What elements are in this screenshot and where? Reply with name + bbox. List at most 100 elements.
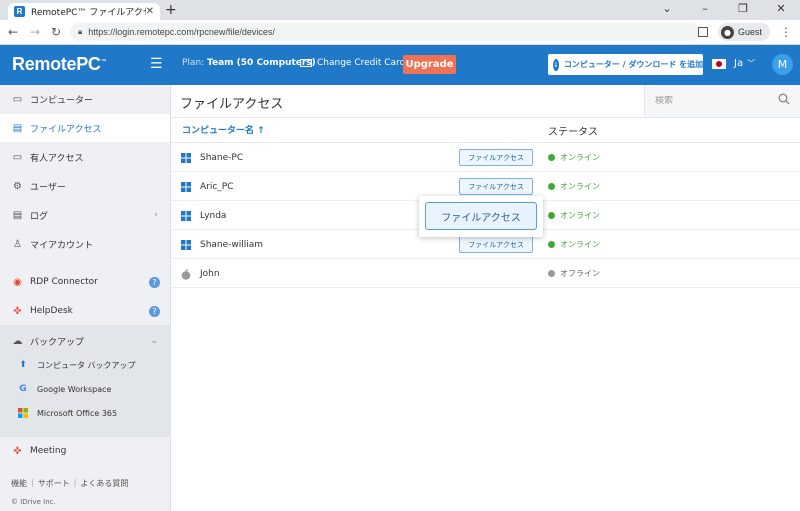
chevron-down-icon[interactable]: ⌄ [648,0,686,20]
remotepc-logo[interactable]: RemotePC™ [12,54,107,75]
status-dot-icon [548,270,555,277]
status-badge: オンライン [548,210,600,221]
footer-link-support[interactable]: サポート [38,478,70,489]
table-row[interactable]: Shane-PC ファイルアクセス オンライン [171,143,800,172]
help-icon[interactable]: ? [149,276,160,288]
upgrade-button[interactable]: Upgrade [403,55,456,74]
remotepc-favicon-icon: R [14,6,25,17]
account-icon: ♙ [13,238,22,250]
sidebar-item-rdp-connector[interactable]: ◉ RDP Connector ? [0,268,170,296]
sidebar-item-my-account[interactable]: ♙ マイアカウント [0,230,170,258]
url-text: https://login.remotepc.com/rpcnew/file/d… [88,27,275,37]
file-drive-icon: ▤ [12,122,23,134]
reload-icon[interactable]: ↻ [51,25,61,39]
minimize-icon[interactable]: – [686,0,724,20]
status-dot-icon [548,212,555,219]
browser-menu-icon[interactable]: ⋮ [780,25,792,39]
cloud-backup-icon: ☁ [12,335,23,347]
status-text: オンライン [560,182,600,191]
computer-name: Lynda [200,211,227,221]
browser-tab-bar: R RemotePC™ ファイルアクセス ✕ + ⌄ – ❐ ✕ [0,0,800,20]
sidebar-subitem-computer-backup[interactable]: ⬆ コンピュータ バックアップ [0,353,170,377]
new-tab-icon[interactable]: + [165,2,177,18]
status-dot-icon [548,183,555,190]
status-badge: オンライン [548,239,600,250]
footer-link-features[interactable]: 機能 [11,478,27,489]
helpdesk-icon: ✜ [13,305,22,317]
status-text: オフライン [560,269,600,278]
attended-access-icon: ▭ [12,151,23,163]
status-text: オンライン [560,240,600,249]
search-input[interactable] [655,96,775,106]
log-icon: ▤ [12,209,23,221]
url-field[interactable]: 🔒︎ https://login.remotepc.com/rpcnew/fil… [70,23,700,41]
status-badge: オフライン [548,268,600,279]
computer-backup-icon: ⬆ [19,360,27,370]
table-row[interactable]: John オフライン [171,259,800,288]
sidebar-item-helpdesk[interactable]: ✜ HelpDesk ? [0,297,170,325]
chevron-down-icon: ﹀ [747,59,756,68]
sidebar-subitem-office365[interactable]: Microsoft Office 365 [0,401,170,425]
status-dot-icon [548,241,555,248]
close-window-icon[interactable]: ✕ [762,0,800,20]
hamburger-menu-icon[interactable]: ☰ [150,56,163,72]
page-title: ファイルアクセス [180,97,284,112]
sidebar-item-attended-access[interactable]: ▭ 有人アクセス [0,143,170,171]
footer-link-faq[interactable]: よくある質問 [80,478,128,489]
column-header-computer-name[interactable]: コンピューター名 ↑ [182,123,265,136]
side-panel-icon[interactable] [697,27,708,37]
user-settings-icon: ⚙ [13,180,22,192]
credit-card-icon [300,59,312,67]
search-icon[interactable] [778,93,790,105]
backup-section: ☁ バックアップ ⌄ ⬆ コンピュータ バックアップ G Google Work… [0,325,170,437]
sidebar: ▭ コンピューター ▤ ファイルアクセス ▭ 有人アクセス ⚙ ユーザー ▤ ロ… [0,85,171,511]
copyright: © IDrive Inc. [11,498,56,506]
language-selector[interactable]: Ja ﹀ [712,58,755,69]
status-text: オンライン [560,153,600,162]
forward-icon[interactable]: → [30,25,40,39]
column-header-status: ステータス [548,127,598,138]
sidebar-item-computers[interactable]: ▭ コンピューター [0,85,170,113]
rdp-connector-icon: ◉ [13,276,22,288]
help-icon[interactable]: ? [149,305,160,317]
sidebar-item-users[interactable]: ⚙ ユーザー [0,172,170,200]
sidebar-item-backup[interactable]: ☁ バックアップ ⌄ [0,327,170,355]
computer-name: Aric_PC [200,182,234,192]
status-badge: オンライン [548,181,600,192]
status-dot-icon [548,154,555,161]
file-access-button[interactable]: ファイルアクセス [459,178,533,195]
profile-button[interactable]: ● Guest [717,23,770,41]
computer-name: Shane-PC [200,153,244,163]
meeting-icon: ✜ [13,445,22,457]
profile-label: Guest [737,27,762,37]
windows-icon [181,153,191,163]
file-access-button[interactable]: ファイルアクセス [459,236,533,253]
sidebar-subitem-google-workspace[interactable]: G Google Workspace [0,377,170,401]
computer-name: John [200,269,220,279]
sidebar-item-file-access[interactable]: ▤ ファイルアクセス [0,114,170,142]
app-header: RemotePC™ ☰ Plan: Team (50 Computers) Ch… [0,45,800,85]
windows-icon [181,182,191,192]
add-computer-download-button[interactable]: ↓ コンピューター / ダウンロード を追加 [548,54,703,75]
profile-avatar-icon: ● [720,25,734,39]
sidebar-item-logs[interactable]: ▤ ログ › [0,201,170,229]
user-avatar[interactable]: M [772,54,793,75]
file-access-popover-button[interactable]: ファイルアクセス [425,202,537,230]
change-credit-card-link[interactable]: Change Credit Card [300,58,405,68]
sidebar-item-meeting[interactable]: ✜ Meeting [0,437,170,465]
browser-tab[interactable]: R RemotePC™ ファイルアクセス ✕ [8,3,160,20]
back-icon[interactable]: ← [8,25,18,39]
restore-icon[interactable]: ❐ [724,0,762,20]
tab-title: RemotePC™ ファイルアクセス [31,8,146,18]
address-bar: ← → ↻ 🔒︎ https://login.remotepc.com/rpcn… [0,20,800,45]
lock-icon: 🔒︎ [78,27,83,36]
file-access-button[interactable]: ファイルアクセス [459,149,533,166]
window-controls: ⌄ – ❐ ✕ [648,0,800,20]
file-access-popover: ファイルアクセス [419,196,543,237]
status-badge: オンライン [548,152,600,163]
japan-flag-icon [712,58,726,69]
chevron-right-icon: › [154,210,158,220]
status-text: オンライン [560,211,600,220]
download-icon: ↓ [553,58,559,71]
tab-close-icon[interactable]: ✕ [146,6,154,17]
